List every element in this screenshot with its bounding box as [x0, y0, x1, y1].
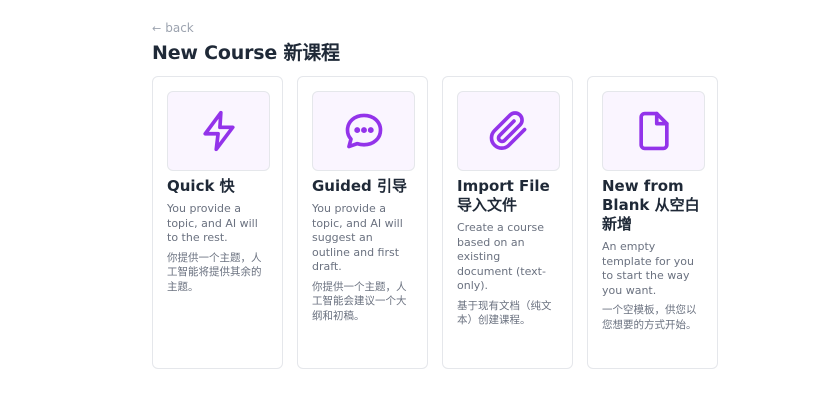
quick-description-cn: 你提供一个主题，人工智能将提供其余的主题。	[167, 251, 262, 293]
quick-title: Quick 快	[167, 177, 235, 195]
new-course-page: ← back New Course 新课程 Quick 快 You provid…	[0, 0, 820, 420]
chat-bubble-icon	[345, 113, 382, 149]
import-file-option-card[interactable]: Import File 导入文件 Create a course based o…	[442, 76, 573, 369]
guided-icon-box	[312, 91, 415, 171]
import-file-description: Create a course based on an existing doc…	[457, 221, 546, 292]
blank-icon-box	[602, 91, 705, 171]
page-title: New Course 新课程	[152, 42, 340, 64]
quick-icon-box	[167, 91, 270, 171]
guided-description-cn: 你提供一个主题，人工智能会建议一个大纲和初稿。	[312, 280, 407, 322]
quick-description: You provide a topic, and AI will to the …	[167, 202, 258, 244]
import-icon-box	[457, 91, 560, 171]
guided-option-card[interactable]: Guided 引导 You provide a topic, and AI wi…	[297, 76, 428, 369]
new-from-blank-description-cn: 一个空模板，供您以您想要的方式开始。	[602, 304, 697, 331]
lightning-icon	[202, 110, 235, 152]
new-from-blank-title: New from Blank 从空白新增	[602, 177, 700, 233]
page-header: ← back New Course 新课程	[152, 20, 340, 65]
blank-document-icon	[638, 111, 669, 151]
new-from-blank-description: An empty template for you to start the w…	[602, 240, 694, 297]
new-from-blank-option-card[interactable]: New from Blank 从空白新增 An empty template f…	[587, 76, 718, 369]
guided-title: Guided 引导	[312, 177, 408, 195]
quick-option-card[interactable]: Quick 快 You provide a topic, and AI will…	[152, 76, 283, 369]
import-file-description-cn: 基于现有文档（纯文本）创建课程。	[457, 299, 552, 327]
back-label: back	[165, 21, 194, 35]
course-type-options: Quick 快 You provide a topic, and AI will…	[152, 76, 718, 369]
guided-description: You provide a topic, and AI will suggest…	[312, 202, 403, 273]
arrow-left-icon: ←	[152, 21, 162, 35]
import-file-title: Import File 导入文件	[457, 177, 550, 214]
paperclip-icon	[489, 111, 526, 150]
back-link[interactable]: ← back	[152, 20, 340, 36]
